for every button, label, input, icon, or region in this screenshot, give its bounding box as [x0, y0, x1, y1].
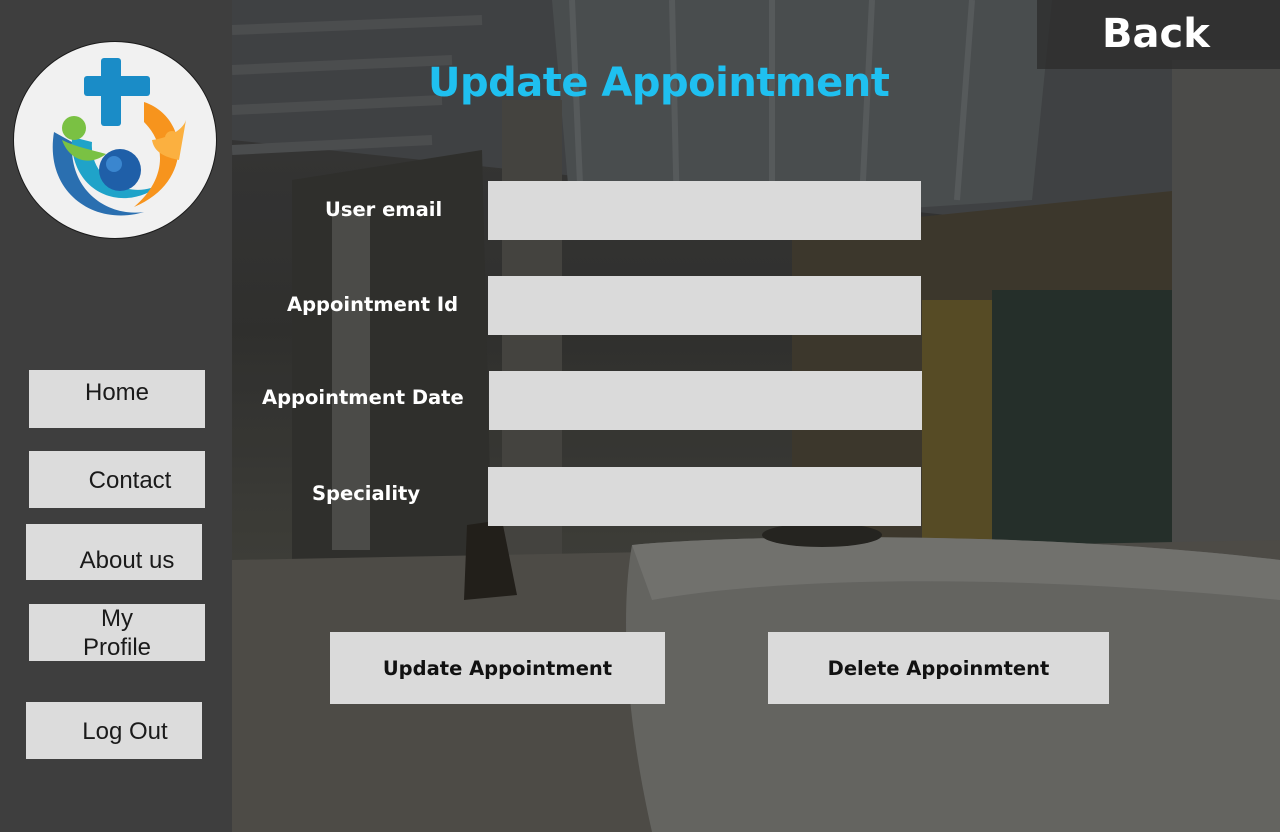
speciality-field[interactable]	[488, 467, 921, 526]
delete-appointment-button[interactable]: Delete Appoinmtent	[768, 632, 1109, 704]
nav-home-button[interactable]: Home	[29, 370, 205, 428]
back-button[interactable]: Back	[1102, 8, 1210, 60]
user-email-field[interactable]	[488, 181, 921, 240]
page-title: Update Appointment	[428, 60, 890, 106]
nav-logout-button[interactable]: Log Out	[26, 702, 202, 759]
main-content: Back Update Appointment User email Appoi…	[232, 0, 1280, 832]
nav-about-button[interactable]: About us	[26, 524, 202, 580]
appointment-date-label: Appointment Date	[262, 386, 464, 409]
user-email-label: User email	[325, 198, 443, 221]
appointment-date-field[interactable]	[489, 371, 922, 430]
appointment-id-label: Appointment Id	[287, 293, 459, 316]
appointment-id-field[interactable]	[488, 276, 921, 335]
nav-profile-label-line1: My	[101, 605, 133, 632]
family-care-icon	[52, 58, 186, 216]
update-appointment-button[interactable]: Update Appointment	[330, 632, 665, 704]
nav-contact-button[interactable]: Contact	[29, 451, 205, 508]
hospital-logo	[13, 41, 217, 239]
nav-profile-label-line2: Profile	[82, 634, 152, 661]
nav-profile-button[interactable]: My Profile	[29, 604, 205, 661]
speciality-label: Speciality	[312, 482, 421, 505]
sidebar: Home Contact About us My Profile Log Out	[0, 0, 232, 832]
